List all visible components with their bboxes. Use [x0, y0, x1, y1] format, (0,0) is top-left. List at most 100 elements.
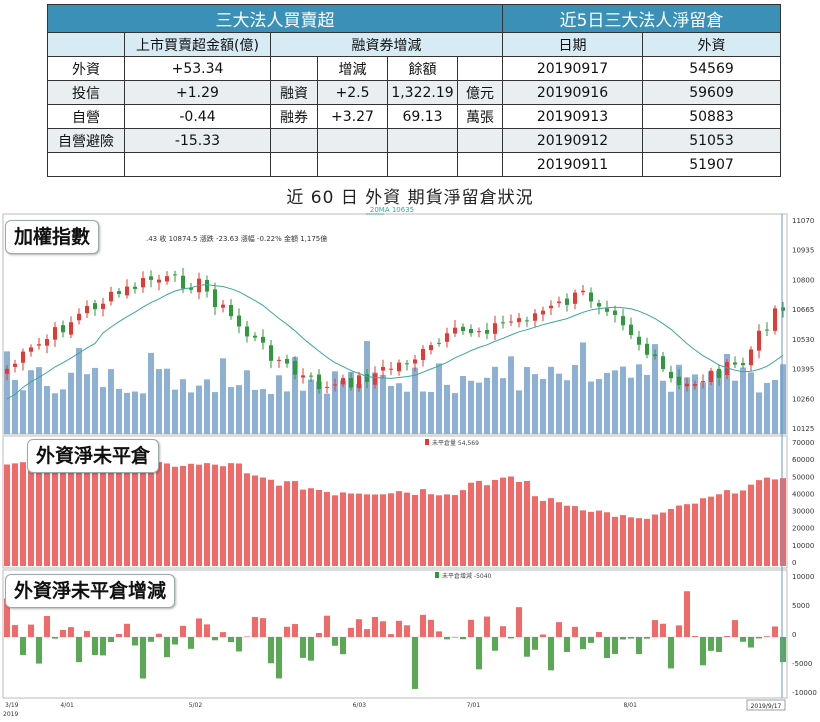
oi-y-tick: 70000 — [792, 439, 814, 447]
chg-bar — [332, 637, 338, 646]
volume-bar — [460, 375, 466, 434]
candle-body — [597, 303, 601, 307]
oi-bar — [500, 477, 506, 566]
oi-bar — [60, 466, 66, 566]
table-header-change: 增減 — [317, 56, 388, 81]
chg-bar — [700, 637, 706, 666]
oi-bar — [660, 512, 666, 566]
chg-bar — [108, 637, 114, 643]
oi-bar — [76, 465, 82, 566]
candle-body — [661, 356, 665, 370]
candle-body — [293, 360, 297, 375]
price-y-tick: 10395 — [792, 366, 814, 374]
chg-bar — [508, 637, 514, 639]
oi-bar — [636, 518, 642, 566]
candle-body — [669, 371, 673, 379]
chg-bar — [252, 616, 258, 637]
candle-body — [461, 326, 465, 332]
chg-bar — [404, 625, 410, 637]
x-tick: 6/03 — [353, 702, 367, 709]
chg-bar — [660, 623, 666, 637]
table-cell-unit — [457, 152, 503, 177]
table-cell-label: 外資 — [47, 56, 125, 81]
candle-body — [109, 291, 113, 302]
table-title-right: 近5日三大法人淨留倉 — [501, 4, 782, 33]
oi-bar — [628, 517, 634, 566]
chg-bar — [388, 634, 394, 637]
chg-bar — [60, 629, 66, 637]
chg-bar — [580, 637, 586, 650]
volume-bar — [604, 372, 610, 434]
candle-body — [117, 291, 121, 294]
candle-body — [165, 276, 169, 282]
chg-bar — [492, 637, 498, 651]
table-cell-amount: -15.33 — [124, 128, 271, 153]
oi-bar — [492, 479, 498, 566]
oi-y-tick: 40000 — [792, 490, 814, 498]
oi-bar — [124, 467, 130, 566]
candle-body — [221, 304, 225, 308]
chg-bar — [172, 637, 178, 645]
x-tick: 7/01 — [467, 702, 481, 709]
table-cell-date: 20190912 — [502, 128, 643, 153]
volume-bar — [580, 342, 586, 434]
oi-bar — [164, 463, 170, 566]
table-cell-margin-label: 融資 — [270, 80, 318, 105]
candle-body — [509, 321, 513, 323]
oi-bar — [4, 464, 10, 566]
oi-y-tick: 0 — [792, 559, 796, 567]
candle-body — [277, 359, 281, 361]
oi-bar — [604, 512, 610, 566]
candle-body — [773, 308, 777, 331]
volume-bar — [780, 364, 786, 434]
table-cell-label: 投信 — [47, 80, 125, 105]
oi-bar — [484, 485, 490, 566]
candle-body — [605, 308, 609, 312]
volume-bar — [436, 363, 442, 434]
oi-bar — [516, 481, 522, 566]
oi-bar — [260, 477, 266, 566]
chg-bar — [756, 637, 762, 639]
chg-y-tick: 10000 — [792, 573, 814, 581]
candle-body — [213, 289, 217, 308]
price-y-tick: 10800 — [792, 276, 814, 284]
oi-bar — [380, 494, 386, 566]
chg-bar — [596, 632, 602, 637]
chg-bar — [764, 636, 770, 637]
table-cell-amount — [124, 152, 271, 177]
chg-bar — [76, 637, 82, 663]
volume-bar — [388, 385, 394, 434]
chg-bar — [244, 636, 250, 637]
volume-bar — [540, 379, 546, 434]
volume-bar — [284, 391, 290, 434]
oi-bar — [772, 479, 778, 566]
table-cell-date: 20190911 — [502, 152, 643, 177]
oi-bar — [676, 505, 682, 566]
volume-bar — [164, 368, 170, 434]
candle-body — [429, 345, 433, 351]
oi-y-tick: 10000 — [792, 542, 814, 550]
volume-bar — [156, 369, 162, 434]
volume-bar — [28, 370, 34, 434]
candle-body — [77, 313, 81, 321]
candle-body — [501, 322, 505, 324]
chg-bar — [516, 607, 522, 637]
table-cell-balance — [387, 128, 458, 153]
chg-bar — [732, 620, 738, 637]
oi-bar — [580, 510, 586, 566]
candle-body — [613, 310, 617, 315]
volume-bar — [668, 391, 674, 434]
chg-bar — [28, 624, 34, 637]
volume-bar — [180, 379, 186, 434]
table-cell-net: 51053 — [641, 128, 782, 153]
chg-bar — [284, 626, 290, 637]
table-cell-date: 20190913 — [502, 104, 643, 129]
oi-bar — [428, 494, 434, 566]
candle-body — [701, 381, 705, 383]
price-panel-label: 加權指數 — [5, 220, 100, 254]
chg-y-tick: -5000 — [792, 660, 812, 668]
chg-bar — [220, 632, 226, 637]
candle-body — [269, 345, 273, 361]
candle-body — [229, 304, 233, 317]
candle-body — [69, 322, 73, 335]
